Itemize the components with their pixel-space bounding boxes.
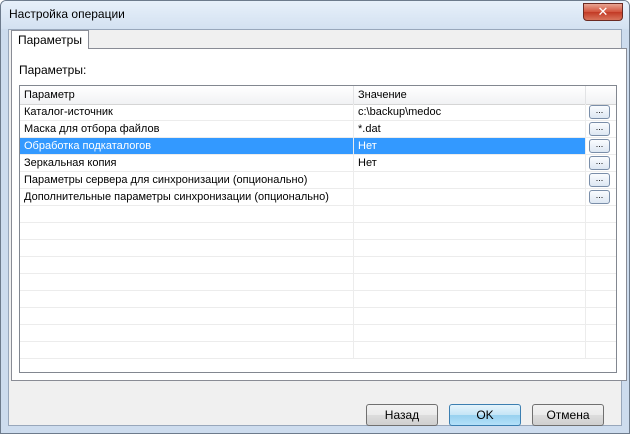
dialog-window: Настройка операции ✕ Параметры Параметры… bbox=[0, 0, 630, 434]
table-row[interactable]: Дополнительные параметры синхронизации (… bbox=[20, 189, 616, 206]
back-button[interactable]: Назад bbox=[366, 404, 438, 426]
edit-button-cell: ... bbox=[586, 172, 616, 188]
empty-cell bbox=[354, 308, 586, 324]
ellipsis-button[interactable]: ... bbox=[589, 122, 610, 136]
dialog-client-area: Параметры Параметры: Параметр Значение К… bbox=[8, 29, 627, 426]
table-row[interactable]: Маска для отбора файлов *.dat... bbox=[20, 121, 616, 138]
empty-row bbox=[20, 206, 616, 223]
empty-cell bbox=[20, 257, 354, 273]
empty-cell bbox=[20, 274, 354, 290]
column-header-value[interactable]: Значение bbox=[354, 86, 586, 104]
table-row[interactable]: Обработка подкаталогов Нет... bbox=[20, 138, 616, 155]
column-header-button bbox=[586, 86, 616, 104]
table-row[interactable]: Зеркальная копия Нет... bbox=[20, 155, 616, 172]
ellipsis-button[interactable]: ... bbox=[589, 105, 610, 119]
empty-cell bbox=[20, 240, 354, 256]
empty-cell bbox=[354, 342, 586, 358]
close-button[interactable]: ✕ bbox=[583, 3, 623, 21]
tab-panel-parameters: Параметры: Параметр Значение Каталог-ист… bbox=[11, 48, 627, 381]
parameter-name-cell[interactable]: Дополнительные параметры синхронизации (… bbox=[20, 189, 354, 205]
empty-row bbox=[20, 291, 616, 308]
parameters-grid: Параметр Значение Каталог-источник c:\bac… bbox=[19, 85, 617, 373]
parameter-name-cell[interactable]: Каталог-источник bbox=[20, 104, 354, 120]
empty-row bbox=[20, 325, 616, 342]
parameter-value-cell[interactable] bbox=[354, 172, 586, 188]
parameter-value-cell[interactable] bbox=[354, 189, 586, 205]
parameter-value-cell[interactable]: c:\backup\medoc bbox=[354, 104, 586, 120]
grid-header: Параметр Значение bbox=[20, 86, 616, 105]
ellipsis-button[interactable]: ... bbox=[589, 139, 610, 153]
edit-button-cell: ... bbox=[586, 155, 616, 171]
close-icon: ✕ bbox=[597, 4, 609, 19]
empty-cell bbox=[20, 223, 354, 239]
empty-row bbox=[20, 308, 616, 325]
window-title: Настройка операции bbox=[9, 7, 125, 21]
parameter-name-cell[interactable]: Маска для отбора файлов bbox=[20, 121, 354, 137]
empty-cell bbox=[354, 223, 586, 239]
parameter-name-cell[interactable]: Зеркальная копия bbox=[20, 155, 354, 171]
empty-row bbox=[20, 240, 616, 257]
table-row[interactable]: Каталог-источник c:\backup\medoc... bbox=[20, 104, 616, 121]
ellipsis-button[interactable]: ... bbox=[589, 173, 610, 187]
empty-cell bbox=[354, 257, 586, 273]
edit-button-cell: ... bbox=[586, 138, 616, 154]
empty-cell bbox=[354, 274, 586, 290]
empty-cell bbox=[354, 206, 586, 222]
edit-button-cell: ... bbox=[586, 121, 616, 137]
column-header-parameter[interactable]: Параметр bbox=[20, 86, 354, 104]
empty-cell bbox=[20, 308, 354, 324]
parameter-value-cell[interactable]: *.dat bbox=[354, 121, 586, 137]
empty-row bbox=[20, 274, 616, 291]
empty-cell bbox=[20, 342, 354, 358]
ellipsis-button[interactable]: ... bbox=[589, 190, 610, 204]
empty-row bbox=[20, 257, 616, 274]
table-row[interactable]: Параметры сервера для синхронизации (опц… bbox=[20, 172, 616, 189]
title-bar[interactable]: Настройка операции ✕ bbox=[1, 1, 629, 29]
cancel-button[interactable]: Отмена bbox=[532, 404, 604, 426]
parameter-name-cell[interactable]: Обработка подкаталогов bbox=[20, 138, 354, 154]
empty-cell bbox=[20, 206, 354, 222]
parameter-value-cell[interactable]: Нет bbox=[354, 138, 586, 154]
empty-cell bbox=[20, 325, 354, 341]
tab-parameters[interactable]: Параметры bbox=[11, 30, 89, 49]
edit-button-cell: ... bbox=[586, 189, 616, 205]
empty-row bbox=[20, 342, 616, 359]
edit-button-cell: ... bbox=[586, 104, 616, 120]
parameter-value-cell[interactable]: Нет bbox=[354, 155, 586, 171]
empty-cell bbox=[20, 291, 354, 307]
grid-rows: Каталог-источник c:\backup\medoc... Маска … bbox=[20, 104, 616, 359]
empty-cell bbox=[354, 325, 586, 341]
parameter-name-cell[interactable]: Параметры сервера для синхронизации (опц… bbox=[20, 172, 354, 188]
section-label: Параметры: bbox=[19, 63, 87, 77]
empty-cell bbox=[354, 240, 586, 256]
ellipsis-button[interactable]: ... bbox=[589, 156, 610, 170]
empty-row bbox=[20, 223, 616, 240]
ok-button[interactable]: OK bbox=[449, 404, 521, 426]
empty-cell bbox=[354, 291, 586, 307]
